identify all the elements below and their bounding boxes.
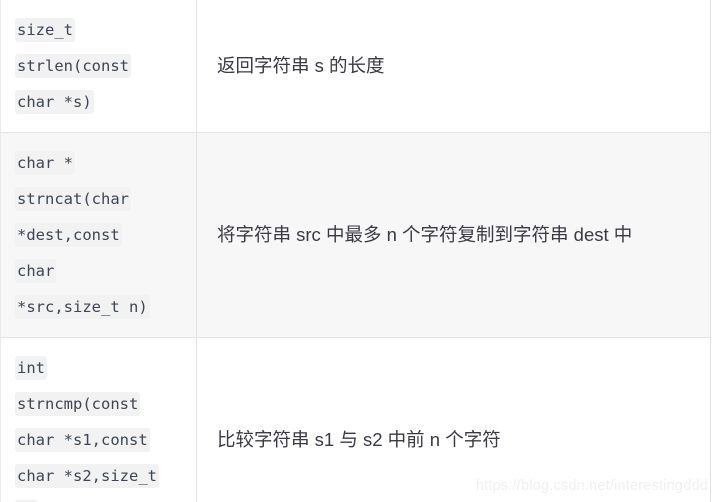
function-description-cell: 比较字符串 s1 与 s2 中前 n 个字符 [196,337,711,502]
signature-line: *src,size_t n) [15,295,150,319]
signature-line: int [15,356,47,380]
signature-line: char [15,259,57,283]
signature-line: char *s2,size_t [15,464,159,488]
function-description-cell: 将字符串 src 中最多 n 个字符复制到字符串 dest 中 [196,132,711,338]
function-signature-code: size_t strlen(const char *s) [15,12,190,120]
table-row: size_t strlen(const char *s) 返回字符串 s 的长度 [0,0,711,133]
signature-line: char *s) [15,90,94,114]
function-signature-cell: char * strncat(char *dest,const char *src,si… [0,132,197,338]
signature-line: char * [15,151,75,175]
function-description-text: 返回字符串 s 的长度 [217,55,385,76]
c-string-functions-table: size_t strlen(const char *s) 返回字符串 s 的长度 c… [0,0,711,502]
function-signature-cell: size_t strlen(const char *s) [0,0,197,133]
function-description-text: 比较字符串 s1 与 s2 中前 n 个字符 [217,429,501,450]
function-description-text: 将字符串 src 中最多 n 个字符复制到字符串 dest 中 [217,224,633,245]
function-signature-code: int strncmp(const char *s1,const char *s2,s… [15,350,190,502]
table-row: char * strncat(char *dest,const char *src,si… [0,132,711,338]
api-reference-table-container: size_t strlen(const char *s) 返回字符串 s 的长度 c… [0,0,718,502]
signature-line: char *s1,const [15,428,150,452]
signature-line: *dest,const [15,223,122,247]
signature-line: strncmp(const [15,392,141,416]
table-body: size_t strlen(const char *s) 返回字符串 s 的长度 c… [0,0,711,502]
function-description-cell: 返回字符串 s 的长度 [196,0,711,133]
signature-line: strlen(const [15,54,131,78]
signature-line: strncat(char [15,187,131,211]
table-row: int strncmp(const char *s1,const char *s2,s… [0,337,711,502]
function-signature-code: char * strncat(char *dest,const char *src,si… [15,145,190,325]
signature-line: size_t [15,18,75,42]
function-signature-cell: int strncmp(const char *s1,const char *s2,s… [0,337,197,502]
